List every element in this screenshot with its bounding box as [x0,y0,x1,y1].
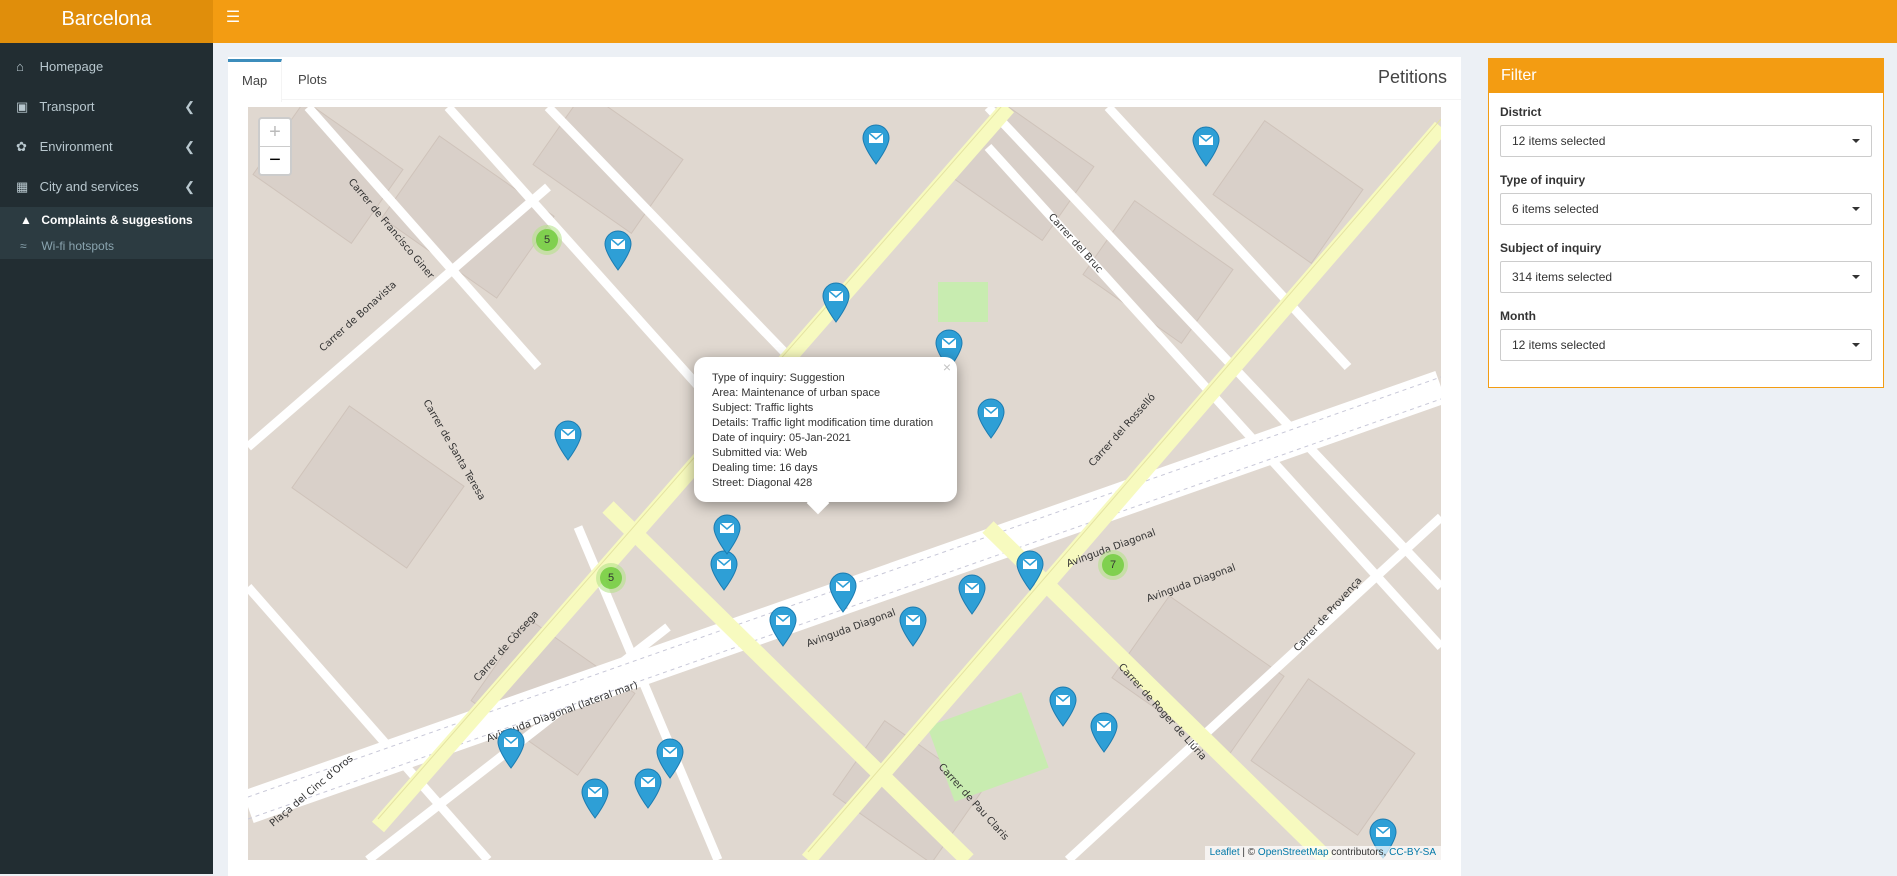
tab-plots[interactable]: Plots [284,59,341,99]
attribution-text: | © [1239,847,1258,858]
sidebar-item-label: City and services [39,179,139,194]
marker-cluster[interactable]: 5 [532,225,562,255]
leaf-icon: ✿ [16,139,27,154]
select-value: 12 items selected [1512,338,1606,352]
zoom-control: + − [258,117,292,176]
envelope-marker-icon[interactable] [655,737,685,779]
envelope-marker-icon[interactable] [712,513,742,555]
marker-cluster[interactable]: 7 [1098,550,1128,580]
chevron-left-icon: ❮ [184,99,195,114]
zoom-in-button[interactable]: + [260,119,290,147]
filter-subject: Subject of inquiry 314 items selected [1500,241,1872,293]
close-icon[interactable]: × [943,359,951,375]
envelope-marker-icon[interactable] [496,727,526,769]
caret-down-icon [1852,207,1860,211]
app-logo[interactable]: Barcelona [0,0,213,43]
sidebar-item-transport[interactable]: ▣ Transport ❮ [0,87,213,127]
envelope-marker-icon[interactable] [709,549,739,591]
inbox-icon: ▲ [20,213,32,227]
cluster-count: 7 [1102,554,1124,576]
filter-title: Filter [1489,59,1883,93]
envelope-marker-icon[interactable] [580,777,610,819]
filter-label: Subject of inquiry [1500,241,1602,255]
subject-select[interactable]: 314 items selected [1500,261,1872,293]
district-select[interactable]: 12 items selected [1500,125,1872,157]
caret-down-icon [1852,139,1860,143]
popup-line: Area: Maintenance of urban space [712,387,881,399]
select-value: 6 items selected [1512,202,1599,216]
caret-down-icon [1852,343,1860,347]
filter-district: District 12 items selected [1500,105,1872,157]
popup-line: Type of inquiry: Suggestion [712,372,845,384]
marker-popup: × Type of inquiry: Suggestion Area: Main… [694,357,957,515]
map-view[interactable]: Carrer de Còrsega Avinguda Diagonal Avin… [248,107,1441,860]
sidebar: ⌂ Homepage ▣ Transport ❮ ✿ Environment ❮… [0,43,213,874]
month-select[interactable]: 12 items selected [1500,329,1872,361]
envelope-marker-icon[interactable] [553,419,583,461]
chevron-left-icon: ❮ [184,179,195,194]
sidebar-item-wifi[interactable]: ≈ Wi-fi hotspots [0,233,213,259]
tab-bar: Map Plots Petitions [228,59,1461,102]
sidebar-item-environment[interactable]: ✿ Environment ❮ [0,127,213,167]
chevron-left-icon: ❮ [184,139,195,154]
sidebar-item-complaints[interactable]: ▲ Complaints & suggestions [0,207,213,233]
envelope-marker-icon[interactable] [1048,685,1078,727]
filter-label: Type of inquiry [1500,173,1586,187]
envelope-marker-icon[interactable] [957,573,987,615]
sidebar-item-homepage[interactable]: ⌂ Homepage [0,47,213,87]
envelope-marker-icon[interactable] [1015,549,1045,591]
menu-toggle-icon[interactable]: ☰ [213,0,253,38]
license-link[interactable]: CC-BY-SA [1389,847,1436,858]
cluster-count: 5 [536,229,558,251]
sidebar-item-label: Homepage [39,59,104,74]
home-icon: ⌂ [16,59,24,74]
sidebar-item-label: Complaints & suggestions [41,213,193,227]
popup-line: Subject: Traffic lights [712,402,814,414]
attribution-text: contributors, [1328,847,1390,858]
map-attribution: Leaflet | © OpenStreetMap contributors, … [1204,846,1441,860]
osm-link[interactable]: OpenStreetMap [1258,847,1329,858]
caret-down-icon [1852,275,1860,279]
popup-content: Type of inquiry: Suggestion Area: Mainte… [712,371,933,491]
envelope-marker-icon[interactable] [768,605,798,647]
popup-line: Street: Diagonal 428 [712,477,813,489]
sidebar-item-label: Environment [39,139,113,154]
select-value: 314 items selected [1512,270,1613,284]
sidebar-item-city-services[interactable]: ▦ City and services ❮ [0,167,213,207]
sidebar-item-label: Wi-fi hotspots [41,239,115,253]
marker-cluster[interactable]: 5 [596,563,626,593]
filter-type: Type of inquiry 6 items selected [1500,173,1872,225]
filter-month: Month 12 items selected [1500,309,1872,361]
envelope-marker-icon[interactable] [828,571,858,613]
sidebar-submenu: ▲ Complaints & suggestions ≈ Wi-fi hotsp… [0,207,213,259]
popup-line: Dealing time: 16 days [712,462,818,474]
wifi-icon: ≈ [20,239,27,253]
envelope-marker-icon[interactable] [1089,711,1119,753]
envelope-marker-icon[interactable] [603,229,633,271]
popup-line: Date of inquiry: 05-Jan-2021 [712,432,851,444]
select-value: 12 items selected [1512,134,1606,148]
sidebar-item-label: Transport [39,99,95,114]
type-select[interactable]: 6 items selected [1500,193,1872,225]
envelope-marker-icon[interactable] [1191,125,1221,167]
building-icon: ▦ [16,179,29,194]
top-header: Barcelona ☰ [0,0,1897,43]
filter-panel: Filter District 12 items selected Type o… [1488,58,1884,388]
bus-icon: ▣ [16,99,29,114]
envelope-marker-icon[interactable] [861,123,891,165]
filter-label: Month [1500,309,1536,323]
envelope-marker-icon[interactable] [898,605,928,647]
zoom-out-button[interactable]: − [260,147,290,174]
leaflet-link[interactable]: Leaflet [1210,847,1240,858]
page-title: Petitions [1377,67,1447,87]
envelope-marker-icon[interactable] [976,397,1006,439]
popup-line: Details: Traffic light modification time… [712,417,934,429]
envelope-marker-icon[interactable] [821,281,851,323]
cluster-count: 5 [600,567,622,589]
filter-label: District [1500,105,1542,119]
tab-map[interactable]: Map [228,59,283,102]
popup-line: Submitted via: Web [712,447,808,459]
